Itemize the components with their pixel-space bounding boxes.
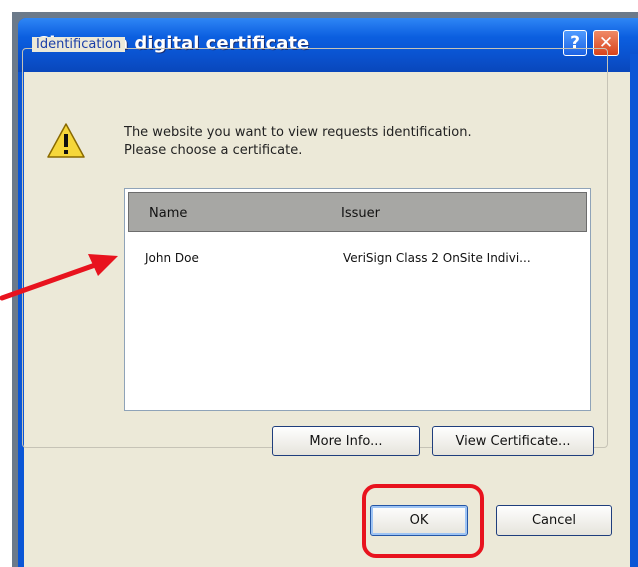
certificate-row-name[interactable]: John Doe	[145, 251, 199, 265]
view-certificate-button[interactable]: View Certificate...	[432, 426, 594, 456]
window-right-border	[630, 54, 638, 567]
column-header-issuer[interactable]: Issuer	[341, 206, 380, 221]
cancel-button[interactable]: Cancel	[496, 505, 612, 536]
annotation-arrow-icon	[0, 254, 118, 301]
message-line-1: The website you want to view requests id…	[124, 125, 472, 140]
message-line-2: Please choose a certificate.	[124, 143, 303, 158]
groupbox-label: Identification	[32, 37, 126, 52]
warning-icon	[47, 123, 85, 158]
ok-highlight-annotation	[362, 484, 484, 558]
column-header-name[interactable]: Name	[149, 206, 187, 221]
certificate-list[interactable]: Name Issuer John Doe VeriSign Class 2 On…	[124, 188, 591, 411]
identification-message: The website you want to view requests id…	[124, 124, 472, 160]
certificate-row-issuer[interactable]: VeriSign Class 2 OnSite Indivi...	[343, 251, 531, 265]
more-info-button[interactable]: More Info...	[272, 426, 420, 456]
list-header: Name Issuer	[128, 192, 587, 232]
